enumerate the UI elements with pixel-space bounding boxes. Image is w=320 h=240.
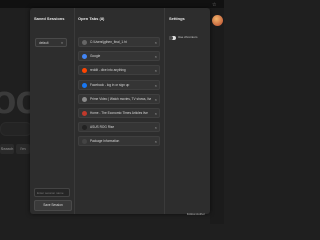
tab-title: ASUS ROG Rise	[90, 125, 115, 130]
asus-icon	[82, 125, 87, 131]
tab-close-icon[interactable]: ×	[155, 52, 157, 61]
chromium-toggle[interactable]	[169, 36, 176, 40]
settings-column: Settings Use chromium Follow Author	[164, 8, 211, 216]
tab-title: Google	[90, 54, 101, 59]
tab-close-icon[interactable]: ×	[155, 95, 157, 104]
browser-tabstrip	[0, 0, 224, 8]
tab-list-item[interactable]: C:\Users\jgthen_final_1.ht ×	[78, 37, 160, 47]
tab-close-icon[interactable]: ×	[155, 66, 157, 75]
facebook-icon	[82, 82, 87, 88]
browser-side-edge	[210, 8, 224, 224]
profile-avatar[interactable]	[212, 15, 223, 26]
tab-close-icon[interactable]: ×	[155, 109, 157, 118]
background-search-button[interactable]: Search	[0, 144, 14, 154]
session-item-label: default	[39, 41, 49, 45]
chromium-toggle-label: Use chromium	[178, 35, 198, 39]
tab-list-item[interactable]: Home - The Economic Times Articles live ×	[78, 108, 160, 118]
open-tabs-title: Open Tabs (8)	[78, 16, 105, 21]
tab-close-icon[interactable]: ×	[155, 38, 157, 47]
tab-close-icon[interactable]: ×	[155, 123, 157, 132]
saved-sessions-column: Saved Sessions default × Enter session n…	[30, 8, 75, 214]
tab-title: reddit - dive into anything	[90, 68, 126, 73]
tab-list-item[interactable]: Facebook - log in or sign up ×	[78, 79, 160, 90]
tab-title: Package Information	[90, 139, 120, 144]
tab-list-item[interactable]: reddit - dive into anything ×	[78, 65, 160, 76]
tab-title: Prime Video | Watch movies, TV shows, li…	[90, 96, 151, 101]
tab-list-item[interactable]: Prime Video | Watch movies, TV shows, li…	[78, 93, 160, 104]
saved-sessions-title: Saved Sessions	[34, 16, 65, 21]
open-tabs-column: Open Tabs (8) C:\Users\jgthen_final_1.ht…	[74, 8, 164, 214]
tab-title: Home - The Economic Times Articles live	[90, 111, 148, 115]
session-item[interactable]: default ×	[35, 38, 67, 47]
tab-title: Facebook - log in or sign up	[90, 82, 130, 87]
tab-close-icon[interactable]: ×	[155, 137, 157, 146]
news-icon	[82, 111, 87, 116]
session-manager-popup: Saved Sessions default × Enter session n…	[30, 8, 211, 216]
session-delete-icon[interactable]: ×	[61, 39, 63, 48]
prime-icon	[82, 96, 87, 102]
file-icon	[82, 40, 87, 45]
tab-list-item[interactable]: Package Information ×	[78, 136, 160, 147]
session-name-input[interactable]: Enter session name	[34, 188, 70, 197]
tab-close-icon[interactable]: ×	[155, 81, 157, 90]
google-icon	[82, 54, 87, 60]
save-session-button[interactable]: Save Session	[34, 200, 72, 211]
package-icon	[82, 139, 87, 145]
tab-title: C:\Users\jgthen_final_1.ht	[90, 40, 127, 44]
tab-list-item[interactable]: Google ×	[78, 51, 160, 62]
background-lucky-button[interactable]: I'm	[16, 144, 30, 154]
background-search-bar[interactable]	[0, 122, 32, 136]
reddit-icon	[82, 68, 87, 74]
settings-title: Settings	[169, 16, 185, 21]
follow-author-link[interactable]: Follow Author	[187, 212, 205, 216]
tab-list-item[interactable]: ASUS ROG Rise ×	[78, 122, 160, 133]
